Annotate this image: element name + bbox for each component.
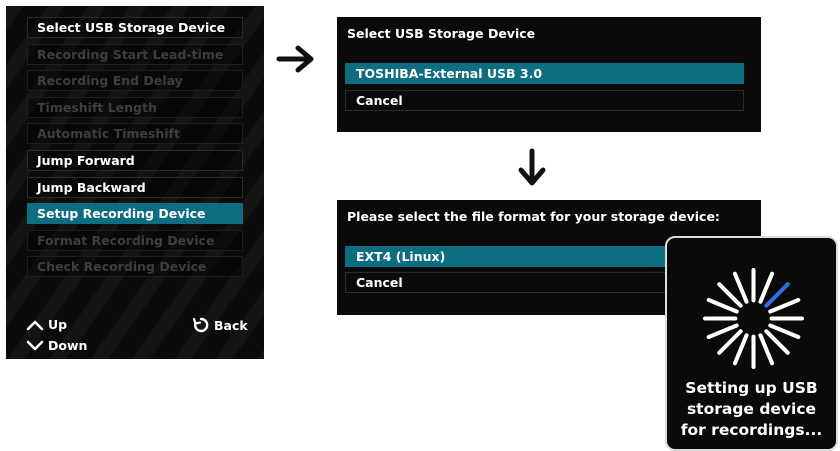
nav-down-label: Down [48,338,88,353]
menu-item-jump-backward[interactable]: Jump Backward [27,177,243,198]
menu-item-recording-start-lead-time: Recording Start Lead-time [27,44,243,65]
nav-up-hint[interactable]: Up [26,317,67,332]
menu-item-jump-forward[interactable]: Jump Forward [27,150,243,171]
option-cancel[interactable]: Cancel [345,90,744,111]
spinner-spoke [717,329,743,355]
back-hint[interactable]: Back [192,317,248,333]
spinner-spoke [706,323,739,340]
settings-menu-panel: Select USB Storage Device Recording Star… [6,6,264,359]
spinner-spoke [768,323,801,340]
menu-item-automatic-timeshift: Automatic Timeshift [27,123,243,144]
menu-item-setup-recording-device[interactable]: Setup Recording Device [27,203,243,224]
menu-item-recording-end-delay: Recording End Delay [27,70,243,91]
nav-up-label: Up [48,317,68,332]
arrow-down-icon [518,148,546,186]
spinner-spoke [732,271,749,304]
select-usb-storage-dialog: Select USB Storage Device TOSHIBA-Extern… [337,17,761,132]
chevron-down-icon [26,340,44,350]
spinner-spoke [758,333,775,366]
dialog-title: Please select the file format for your s… [347,209,720,224]
back-label: Back [214,317,248,333]
spinner-spoke [768,297,801,314]
back-icon [192,317,209,333]
spinner-spoke [764,329,790,355]
menu-item-check-recording-device: Check Recording Device [27,256,243,277]
dialog-title: Select USB Storage Device [347,26,536,41]
menu-item-timeshift-length: Timeshift Length [27,97,243,118]
spinner-spoke [758,271,775,304]
nav-down-hint[interactable]: Down [26,338,87,353]
progress-message: Setting up USB storage device for record… [680,379,823,439]
spinner-spoke [717,282,743,308]
setup-progress-card: Setting up USB storage device for record… [665,236,838,451]
option-toshiba-external-usb[interactable]: TOSHIBA-External USB 3.0 [345,63,744,84]
spinner-spoke [732,333,749,366]
arrow-right-icon [276,45,314,73]
spinner-spoke [706,297,739,314]
menu-item-select-usb-storage-device[interactable]: Select USB Storage Device [27,17,243,38]
spinner-spoke [764,282,790,308]
chevron-up-icon [26,320,44,330]
loading-spinner-icon [703,268,804,369]
menu-item-format-recording-device: Format Recording Device [27,230,243,251]
